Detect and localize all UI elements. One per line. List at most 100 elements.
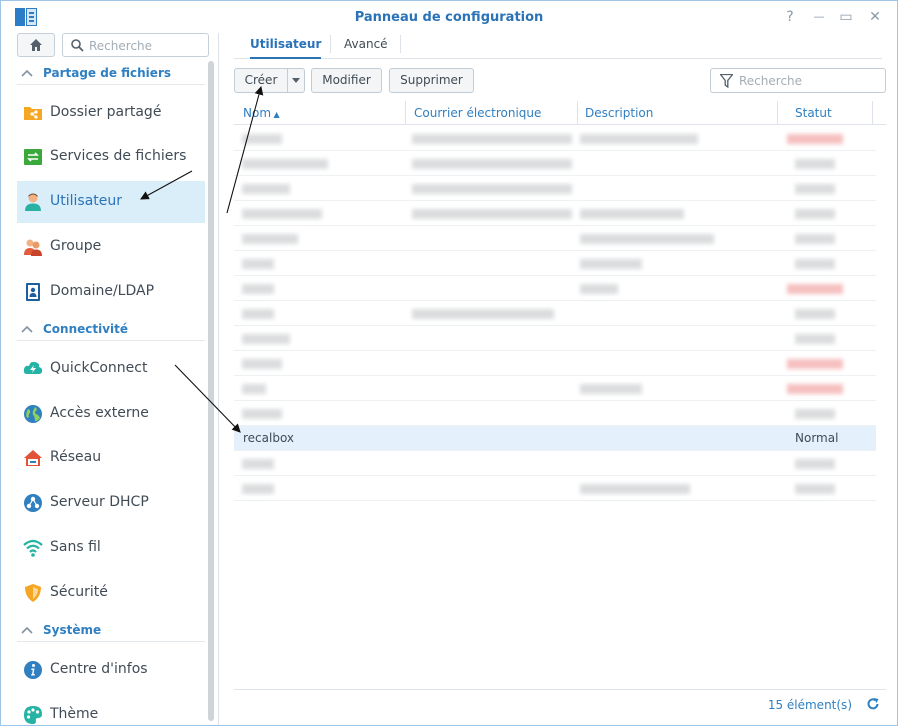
- redacted-status: [795, 209, 835, 219]
- redacted-name: [242, 284, 274, 294]
- table-row[interactable]: [234, 251, 876, 276]
- sidebar-item-wireless[interactable]: Sans fil: [17, 527, 205, 569]
- redacted-status: [795, 259, 835, 269]
- user-name-cell: recalbox: [243, 431, 295, 445]
- sidebar-search-box[interactable]: [62, 33, 209, 57]
- table-row[interactable]: [234, 376, 876, 401]
- control-panel-window: Panneau de configuration ? — ▭ ✕ Partage…: [0, 0, 898, 726]
- sidebar-item-user[interactable]: Utilisateur: [17, 181, 205, 223]
- sidebar-item-domain-ldap[interactable]: Domaine/LDAP: [17, 271, 205, 313]
- file-services-icon: [24, 149, 42, 165]
- table-row[interactable]: [234, 351, 876, 376]
- column-header-description[interactable]: Description: [585, 106, 653, 120]
- redacted-description: [580, 284, 618, 294]
- table-row[interactable]: [234, 301, 876, 326]
- close-icon[interactable]: ✕: [865, 7, 885, 27]
- redacted-description: [580, 234, 714, 244]
- redacted-status: [787, 134, 843, 144]
- sidebar-item-security[interactable]: Sécurité: [17, 572, 205, 614]
- redacted-name: [242, 484, 274, 494]
- sidebar-item-theme[interactable]: Thème: [17, 694, 205, 725]
- home-icon: [30, 39, 42, 51]
- section-label: Système: [43, 623, 102, 637]
- table-row-selected[interactable]: recalbox Normal: [234, 426, 876, 451]
- column-divider[interactable]: [405, 101, 406, 125]
- redacted-name: [242, 334, 290, 344]
- user-status-cell: Normal: [795, 431, 839, 445]
- sidebar-item-file-services[interactable]: Services de fichiers: [17, 136, 205, 178]
- table-row[interactable]: [234, 401, 876, 426]
- table-row[interactable]: [234, 276, 876, 301]
- redacted-status: [795, 459, 835, 469]
- column-header-name[interactable]: Nom ▲: [243, 106, 280, 120]
- table-row[interactable]: [234, 476, 876, 501]
- table-row[interactable]: [234, 201, 876, 226]
- maximize-icon[interactable]: ▭: [836, 7, 856, 27]
- sidebar-search-input[interactable]: [89, 37, 204, 54]
- sidebar-item-dhcp-server[interactable]: Serveur DHCP: [17, 482, 205, 524]
- redacted-name: [242, 409, 282, 419]
- user-search-box[interactable]: [710, 68, 886, 93]
- redacted-name: [242, 359, 282, 369]
- section-file-sharing[interactable]: Partage de fichiers: [17, 63, 205, 85]
- redacted-name: [242, 159, 328, 169]
- dhcp-server-icon: [24, 494, 42, 512]
- redacted-status: [795, 309, 835, 319]
- redacted-status: [787, 384, 843, 394]
- redacted-name: [242, 384, 266, 394]
- sidebar-item-label: QuickConnect: [50, 360, 148, 376]
- home-button[interactable]: [17, 33, 55, 57]
- sidebar-item-shared-folder[interactable]: Dossier partagé: [17, 92, 205, 134]
- sidebar-item-network[interactable]: Réseau: [17, 437, 205, 479]
- delete-button[interactable]: Supprimer: [389, 68, 474, 93]
- section-connectivity[interactable]: Connectivité: [17, 319, 205, 341]
- sidebar-scrollbar[interactable]: [208, 61, 214, 721]
- network-icon: [24, 450, 42, 466]
- sidebar-item-external-access[interactable]: Accès externe: [17, 393, 205, 435]
- table-row[interactable]: [234, 451, 876, 476]
- column-header-status[interactable]: Statut: [795, 106, 832, 120]
- column-header-email[interactable]: Courrier électronique: [414, 106, 541, 120]
- user-search-input[interactable]: [739, 73, 879, 89]
- create-button[interactable]: Créer: [234, 68, 288, 93]
- create-dropdown-button[interactable]: [287, 68, 305, 93]
- sidebar-item-label: Sécurité: [50, 584, 108, 600]
- redacted-status: [795, 334, 835, 344]
- sidebar-item-info-center[interactable]: Centre d'infos: [17, 649, 205, 691]
- section-system[interactable]: Système: [17, 620, 205, 642]
- tab-advanced[interactable]: Avancé: [344, 37, 388, 59]
- redacted-name: [242, 309, 274, 319]
- minimize-icon[interactable]: —: [809, 7, 829, 27]
- sidebar-item-label: Groupe: [50, 238, 102, 254]
- sidebar-item-quickconnect[interactable]: QuickConnect: [17, 348, 205, 390]
- table-row[interactable]: [234, 226, 876, 251]
- sidebar-item-group[interactable]: Groupe: [17, 226, 205, 268]
- table-row[interactable]: [234, 126, 876, 151]
- sidebar-item-label: Serveur DHCP: [50, 494, 149, 510]
- security-icon: [25, 584, 41, 602]
- table-row[interactable]: [234, 151, 876, 176]
- redacted-description: [580, 484, 690, 494]
- sidebar-item-label: Réseau: [50, 449, 102, 465]
- caret-down-icon: [292, 78, 300, 83]
- tab-user[interactable]: Utilisateur: [250, 37, 322, 59]
- redacted-description: [580, 209, 684, 219]
- redacted-description: [580, 134, 698, 144]
- column-divider[interactable]: [777, 101, 778, 125]
- redacted-status: [795, 409, 835, 419]
- table-row[interactable]: [234, 326, 876, 351]
- grid-footer: 15 élément(s): [234, 689, 886, 719]
- help-icon[interactable]: ?: [780, 7, 800, 27]
- table-row[interactable]: [234, 176, 876, 201]
- title-bar: Panneau de configuration ? — ▭ ✕: [1, 1, 897, 33]
- redacted-email: [412, 184, 572, 194]
- redacted-status: [787, 284, 843, 294]
- domain-ldap-icon: [26, 283, 40, 301]
- refresh-icon[interactable]: [866, 697, 880, 711]
- column-divider[interactable]: [577, 101, 578, 125]
- modify-button[interactable]: Modifier: [311, 68, 382, 93]
- column-divider[interactable]: [872, 101, 873, 125]
- chevron-up-icon: [21, 626, 33, 634]
- redacted-email: [412, 159, 572, 169]
- main-panel: Utilisateur Avancé Créer Modifier Suppri…: [220, 33, 896, 725]
